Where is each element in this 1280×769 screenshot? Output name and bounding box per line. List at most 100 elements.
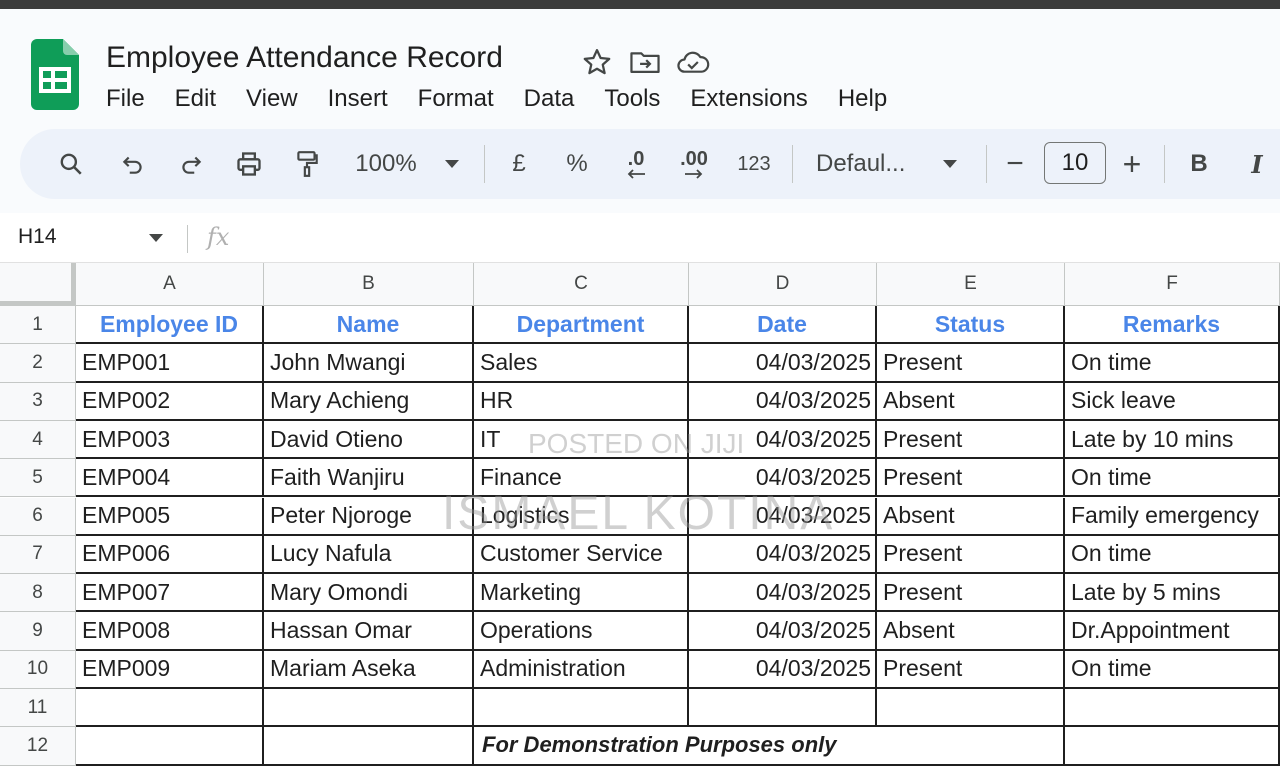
sheets-logo-icon[interactable] <box>31 39 79 110</box>
cell-e1[interactable]: Status <box>877 306 1065 345</box>
zoom-select[interactable]: 100% <box>348 129 424 199</box>
cell-c10[interactable]: Administration <box>474 650 689 689</box>
increase-font-size-button[interactable]: + <box>1116 129 1148 199</box>
row-header-5[interactable]: 5 <box>0 459 76 498</box>
cell-c11[interactable] <box>474 689 689 728</box>
cell-c5[interactable]: Finance <box>474 459 689 498</box>
row-header-1[interactable]: 1 <box>0 306 76 345</box>
row-header-3[interactable]: 3 <box>0 382 76 421</box>
cell-d9[interactable]: 04/03/2025 <box>689 612 877 651</box>
demo-note-cell[interactable]: For Demonstration Purposes only <box>474 727 1065 766</box>
cell-f1[interactable]: Remarks <box>1065 306 1280 345</box>
font-size-input[interactable]: 10 <box>1044 142 1106 184</box>
cell-d10[interactable]: 04/03/2025 <box>689 650 877 689</box>
column-header-d[interactable]: D <box>689 263 877 306</box>
italic-button[interactable]: I <box>1242 129 1272 199</box>
cell-e9[interactable]: Absent <box>877 612 1065 651</box>
menu-help[interactable]: Help <box>838 85 887 113</box>
row-header-11[interactable]: 11 <box>0 689 76 728</box>
column-header-a[interactable]: A <box>76 263 264 306</box>
bold-button[interactable]: B <box>1184 129 1214 199</box>
cell-e2[interactable]: Present <box>877 344 1065 383</box>
cell-f4[interactable]: Late by 10 mins <box>1065 420 1280 460</box>
row-header-2[interactable]: 2 <box>0 344 76 383</box>
zoom-chevron-down-icon[interactable] <box>440 129 464 199</box>
cell-e7[interactable]: Present <box>877 535 1065 575</box>
cell-e6[interactable]: Absent <box>877 497 1065 536</box>
cell-d4[interactable]: 04/03/2025 <box>689 420 877 460</box>
cell-b8[interactable]: Mary Omondi <box>264 574 474 613</box>
cell-f3[interactable]: Sick leave <box>1065 382 1280 421</box>
cell-d7[interactable]: 04/03/2025 <box>689 535 877 575</box>
cell-d2[interactable]: 04/03/2025 <box>689 344 877 383</box>
cell-d11[interactable] <box>689 689 877 728</box>
document-title[interactable]: Employee Attendance Record <box>106 41 503 75</box>
cell-b10[interactable]: Mariam Aseka <box>264 650 474 689</box>
cell-f11[interactable] <box>1065 689 1280 728</box>
cell-c1[interactable]: Department <box>474 306 689 345</box>
cell-d1[interactable]: Date <box>689 306 877 345</box>
percent-format-button[interactable]: % <box>562 129 592 199</box>
cell-b12[interactable] <box>264 727 474 766</box>
row-header-9[interactable]: 9 <box>0 612 76 651</box>
cell-b3[interactable]: Mary Achieng <box>264 382 474 421</box>
cell-f2[interactable]: On time <box>1065 344 1280 383</box>
cell-d3[interactable]: 04/03/2025 <box>689 382 877 421</box>
cloud-saved-icon[interactable] <box>676 45 710 79</box>
column-header-c[interactable]: C <box>474 263 689 306</box>
star-icon[interactable] <box>580 45 614 79</box>
name-box[interactable]: H14 <box>18 225 57 249</box>
cell-c4[interactable]: IT <box>474 420 689 460</box>
cell-a11[interactable] <box>76 689 264 728</box>
increase-decimal-button[interactable]: .00 <box>674 129 714 199</box>
cell-a8[interactable]: EMP007 <box>76 574 264 613</box>
more-formats-button[interactable]: 123 <box>732 129 776 199</box>
decrease-font-size-button[interactable]: − <box>1000 129 1030 199</box>
row-header-4[interactable]: 4 <box>0 420 76 460</box>
cell-a1[interactable]: Employee ID <box>76 306 264 345</box>
font-chevron-down-icon[interactable] <box>938 129 962 199</box>
cell-c7[interactable]: Customer Service <box>474 535 689 575</box>
redo-icon[interactable] <box>174 129 208 199</box>
column-header-e[interactable]: E <box>877 263 1065 306</box>
undo-icon[interactable] <box>116 129 150 199</box>
cell-a10[interactable]: EMP009 <box>76 650 264 689</box>
cell-a9[interactable]: EMP008 <box>76 612 264 651</box>
column-header-f[interactable]: F <box>1065 263 1280 306</box>
cell-c8[interactable]: Marketing <box>474 574 689 613</box>
cell-a3[interactable]: EMP002 <box>76 382 264 421</box>
cell-f7[interactable]: On time <box>1065 535 1280 575</box>
select-all-corner[interactable] <box>0 263 76 306</box>
menu-insert[interactable]: Insert <box>328 85 388 113</box>
cell-f12[interactable] <box>1065 727 1280 766</box>
cell-d8[interactable]: 04/03/2025 <box>689 574 877 613</box>
menu-edit[interactable]: Edit <box>175 85 216 113</box>
search-icon[interactable] <box>54 129 88 199</box>
print-icon[interactable] <box>232 129 266 199</box>
cell-d5[interactable]: 04/03/2025 <box>689 459 877 498</box>
row-header-7[interactable]: 7 <box>0 535 76 575</box>
cell-e5[interactable]: Present <box>877 459 1065 498</box>
cell-e11[interactable] <box>877 689 1065 728</box>
menu-data[interactable]: Data <box>524 85 575 113</box>
cell-e4[interactable]: Present <box>877 420 1065 460</box>
cell-b5[interactable]: Faith Wanjiru <box>264 459 474 498</box>
menu-extensions[interactable]: Extensions <box>690 85 807 113</box>
cell-f5[interactable]: On time <box>1065 459 1280 498</box>
cell-b4[interactable]: David Otieno <box>264 420 474 460</box>
row-header-12[interactable]: 12 <box>0 727 76 766</box>
cell-b9[interactable]: Hassan Omar <box>264 612 474 651</box>
currency-format-button[interactable]: £ <box>504 129 534 199</box>
cell-a6[interactable]: EMP005 <box>76 497 264 536</box>
font-family-select[interactable]: Defaul... <box>816 129 920 199</box>
cell-b7[interactable]: Lucy Nafula <box>264 535 474 575</box>
cell-f6[interactable]: Family emergency <box>1065 497 1280 536</box>
cell-c2[interactable]: Sales <box>474 344 689 383</box>
row-header-8[interactable]: 8 <box>0 574 76 613</box>
cell-b6[interactable]: Peter Njoroge <box>264 497 474 536</box>
cell-c9[interactable]: Operations <box>474 612 689 651</box>
cell-a2[interactable]: EMP001 <box>76 344 264 383</box>
decrease-decimal-button[interactable]: .0 <box>618 129 654 199</box>
menu-tools[interactable]: Tools <box>604 85 660 113</box>
cell-d6[interactable]: 04/03/2025 <box>689 497 877 536</box>
